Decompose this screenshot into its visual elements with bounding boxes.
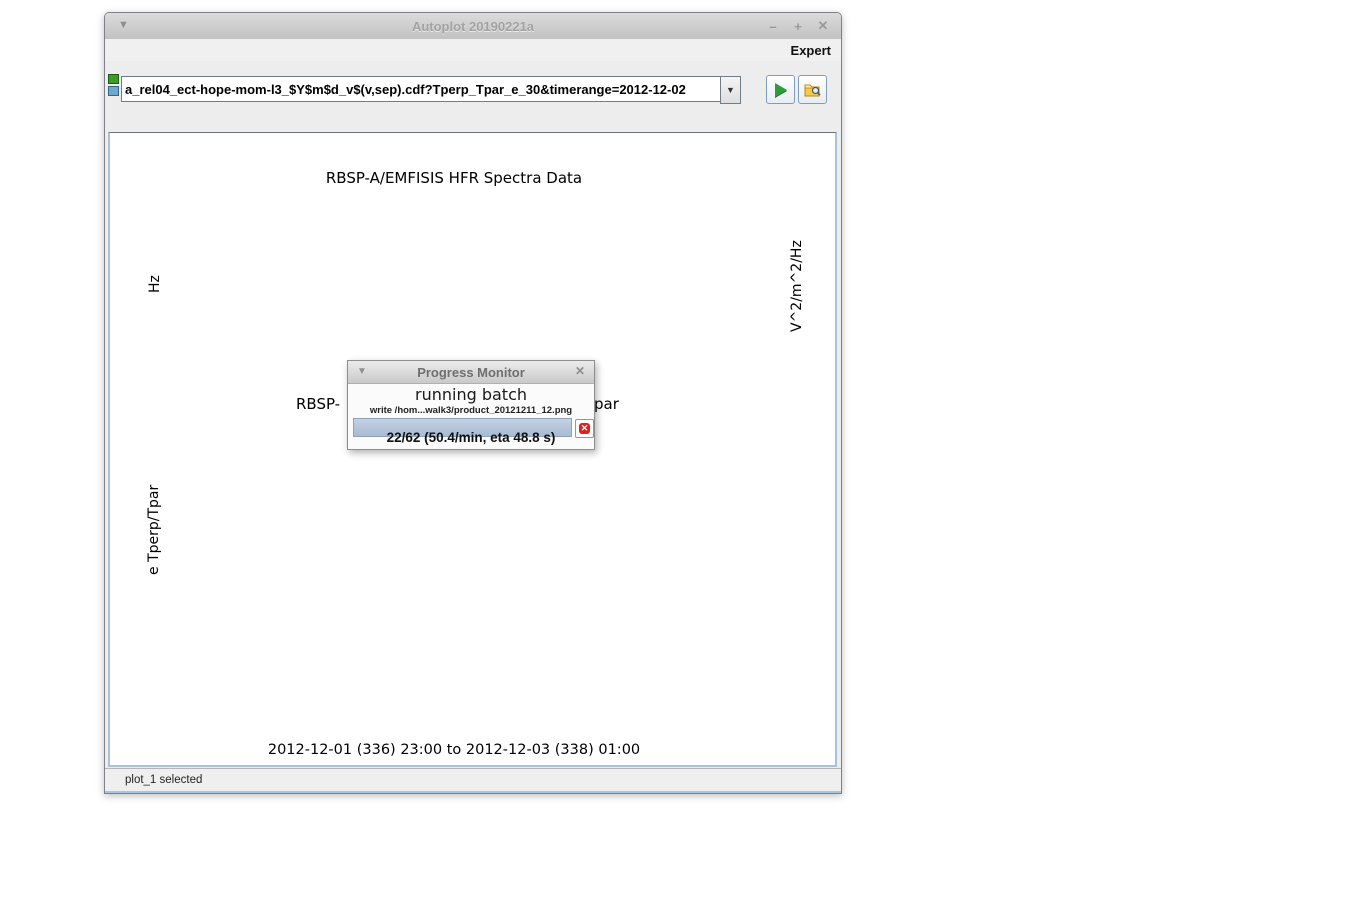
inspect-uri-button[interactable] xyxy=(798,75,827,104)
spectrogram-title: RBSP-A/EMFISIS HFR Spectra Data xyxy=(110,169,798,187)
dataset-status-blue-icon xyxy=(108,86,119,96)
go-play-button[interactable] xyxy=(766,75,795,104)
spectrogram-ylabel: Hz xyxy=(147,229,163,339)
uri-input[interactable] xyxy=(121,76,720,102)
uri-toolbar: ▼ xyxy=(105,61,841,109)
close-icon[interactable]: ✕ xyxy=(817,18,829,34)
progress-status-label: 22/62 (50.4/min, eta 48.8 s) xyxy=(348,430,594,445)
plot2-title-fragment-left: RBSP- xyxy=(296,395,340,413)
expert-mode-label[interactable]: Expert xyxy=(788,42,841,59)
progress-monitor-dialog[interactable]: ▼ Progress Monitor ✕ running batch write… xyxy=(347,360,595,450)
dataset-status-green-icon xyxy=(108,74,119,84)
folder-magnifier-icon xyxy=(804,82,822,98)
progress-dialog-title: Progress Monitor xyxy=(348,365,594,380)
lineplot-ylabel: e Tperp/Tpar xyxy=(146,460,164,600)
dialog-close-icon[interactable]: ✕ xyxy=(575,364,585,378)
uri-combo-dropdown-icon[interactable]: ▼ xyxy=(720,76,741,104)
window-shade-icon[interactable]: ▼ xyxy=(118,19,129,31)
colorbar-label: V^2/m^2/Hz xyxy=(789,223,807,349)
progress-task-label: running batch xyxy=(348,385,594,404)
autoplot-window: ▼ Autoplot 20190221a – + ✕ Expert ▼ xyxy=(104,12,842,794)
dialog-shade-icon[interactable]: ▼ xyxy=(357,366,367,377)
progress-dialog-titlebar[interactable]: ▼ Progress Monitor ✕ xyxy=(348,361,594,384)
maximize-icon[interactable]: + xyxy=(792,19,804,34)
progress-detail-label: write /hom...walk3/product_20121211_12.p… xyxy=(348,405,594,416)
menubar: Expert xyxy=(105,39,841,62)
minimize-icon[interactable]: – xyxy=(767,19,779,34)
tab-strip xyxy=(111,109,841,132)
window-title: Autoplot 20190221a xyxy=(105,19,841,34)
status-text: plot_1 selected xyxy=(125,774,202,786)
play-icon xyxy=(775,83,787,97)
canvas-panel: RBSP-A/EMFISIS HFR Spectra Data Hz V^2/m… xyxy=(108,132,837,767)
plot2-title-fragment-right: par xyxy=(594,395,619,413)
time-range-footer: 2012-12-01 (336) 23:00 to 2012-12-03 (33… xyxy=(110,742,798,758)
screen: ▼ Autoplot 20190221a – + ✕ Expert ▼ xyxy=(0,0,1345,916)
status-bar: plot_1 selected xyxy=(105,768,841,793)
window-titlebar[interactable]: ▼ Autoplot 20190221a – + ✕ xyxy=(105,13,841,40)
